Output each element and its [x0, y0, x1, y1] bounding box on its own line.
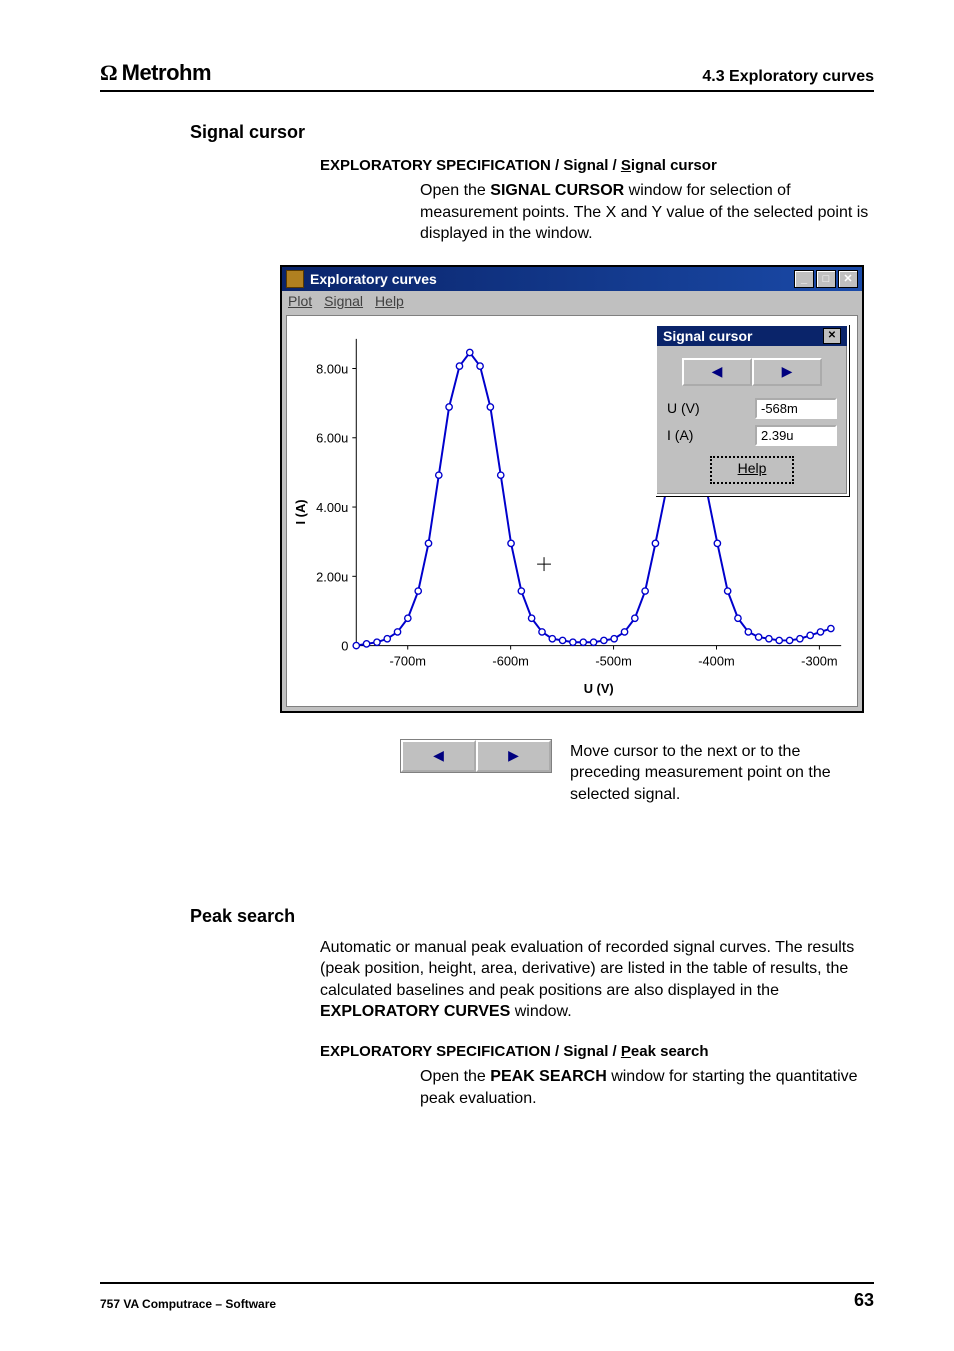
plot-area[interactable]: 8.00u 6.00u 4.00u 2.00u 0 -700m -600m [286, 315, 858, 707]
menu-help[interactable]: Help [375, 293, 404, 309]
window-title: Exploratory curves [310, 271, 794, 287]
u-label: U (V) [667, 400, 700, 416]
next-arrow-icon[interactable]: ▶ [476, 740, 551, 772]
footer-product: 757 VA Computrace – Software [100, 1297, 276, 1311]
menu-plot[interactable]: Plot [288, 293, 312, 309]
peak-search-description: Automatic or manual peak evaluation of r… [320, 937, 874, 1023]
maximize-button[interactable]: □ [816, 270, 836, 288]
window-titlebar[interactable]: Exploratory curves _ □ ✕ [282, 267, 862, 291]
svg-text:-600m: -600m [492, 653, 528, 668]
cursor-next-button[interactable]: ▶ [752, 358, 822, 386]
breadcrumb-peak-search: EXPLORATORY SPECIFICATION / Signal / Pea… [320, 1043, 874, 1060]
app-icon [286, 270, 304, 288]
subwindow-title: Signal cursor [663, 328, 752, 344]
i-label: I (A) [667, 427, 693, 443]
svg-text:-300m: -300m [801, 653, 837, 668]
y-axis-label: I (A) [293, 499, 308, 524]
subwindow-titlebar[interactable]: Signal cursor ✕ [657, 326, 847, 346]
close-button[interactable]: ✕ [838, 270, 858, 288]
svg-text:6.00u: 6.00u [316, 431, 348, 446]
cursor-prev-button[interactable]: ◀ [682, 358, 752, 386]
x-axis-label: U (V) [584, 681, 614, 696]
svg-text:4.00u: 4.00u [316, 500, 348, 515]
heading-signal-cursor: Signal cursor [190, 122, 874, 143]
signal-cursor-subwindow[interactable]: Signal cursor ✕ ◀ ▶ U (V) I (A) [655, 324, 849, 496]
brand-logo: Ω Metrohm [100, 60, 211, 86]
heading-peak-search: Peak search [190, 906, 874, 927]
logo-text: Metrohm [122, 60, 211, 86]
peak-search-open-text: Open the PEAK SEARCH window for starting… [420, 1066, 874, 1109]
page-number: 63 [854, 1290, 874, 1311]
svg-text:0: 0 [341, 638, 348, 653]
arrow-buttons-figure: ◀ ▶ [400, 739, 552, 773]
breadcrumb-signal-cursor: EXPLORATORY SPECIFICATION / Signal / Sig… [320, 157, 874, 174]
menu-signal[interactable]: Signal [324, 293, 363, 309]
svg-text:-700m: -700m [390, 653, 426, 668]
i-value-field[interactable] [755, 425, 837, 446]
svg-text:2.00u: 2.00u [316, 569, 348, 584]
svg-text:-400m: -400m [698, 653, 734, 668]
u-value-field[interactable] [755, 398, 837, 419]
menu-bar[interactable]: Plot Signal Help [282, 291, 862, 311]
svg-text:8.00u: 8.00u [316, 361, 348, 376]
exploratory-curves-window: Exploratory curves _ □ ✕ Plot Signal Hel… [280, 265, 864, 713]
chapter-title: 4.3 Exploratory curves [702, 68, 874, 86]
prev-arrow-icon[interactable]: ◀ [401, 740, 476, 772]
svg-text:-500m: -500m [595, 653, 631, 668]
minimize-button[interactable]: _ [794, 270, 814, 288]
subwindow-close-button[interactable]: ✕ [823, 328, 841, 344]
arrows-caption: Move cursor to the next or to the preced… [570, 741, 870, 806]
signal-cursor-description: Open the SIGNAL CURSOR window for select… [420, 180, 874, 245]
omega-icon: Ω [100, 60, 118, 86]
help-button[interactable]: Help [710, 456, 794, 484]
